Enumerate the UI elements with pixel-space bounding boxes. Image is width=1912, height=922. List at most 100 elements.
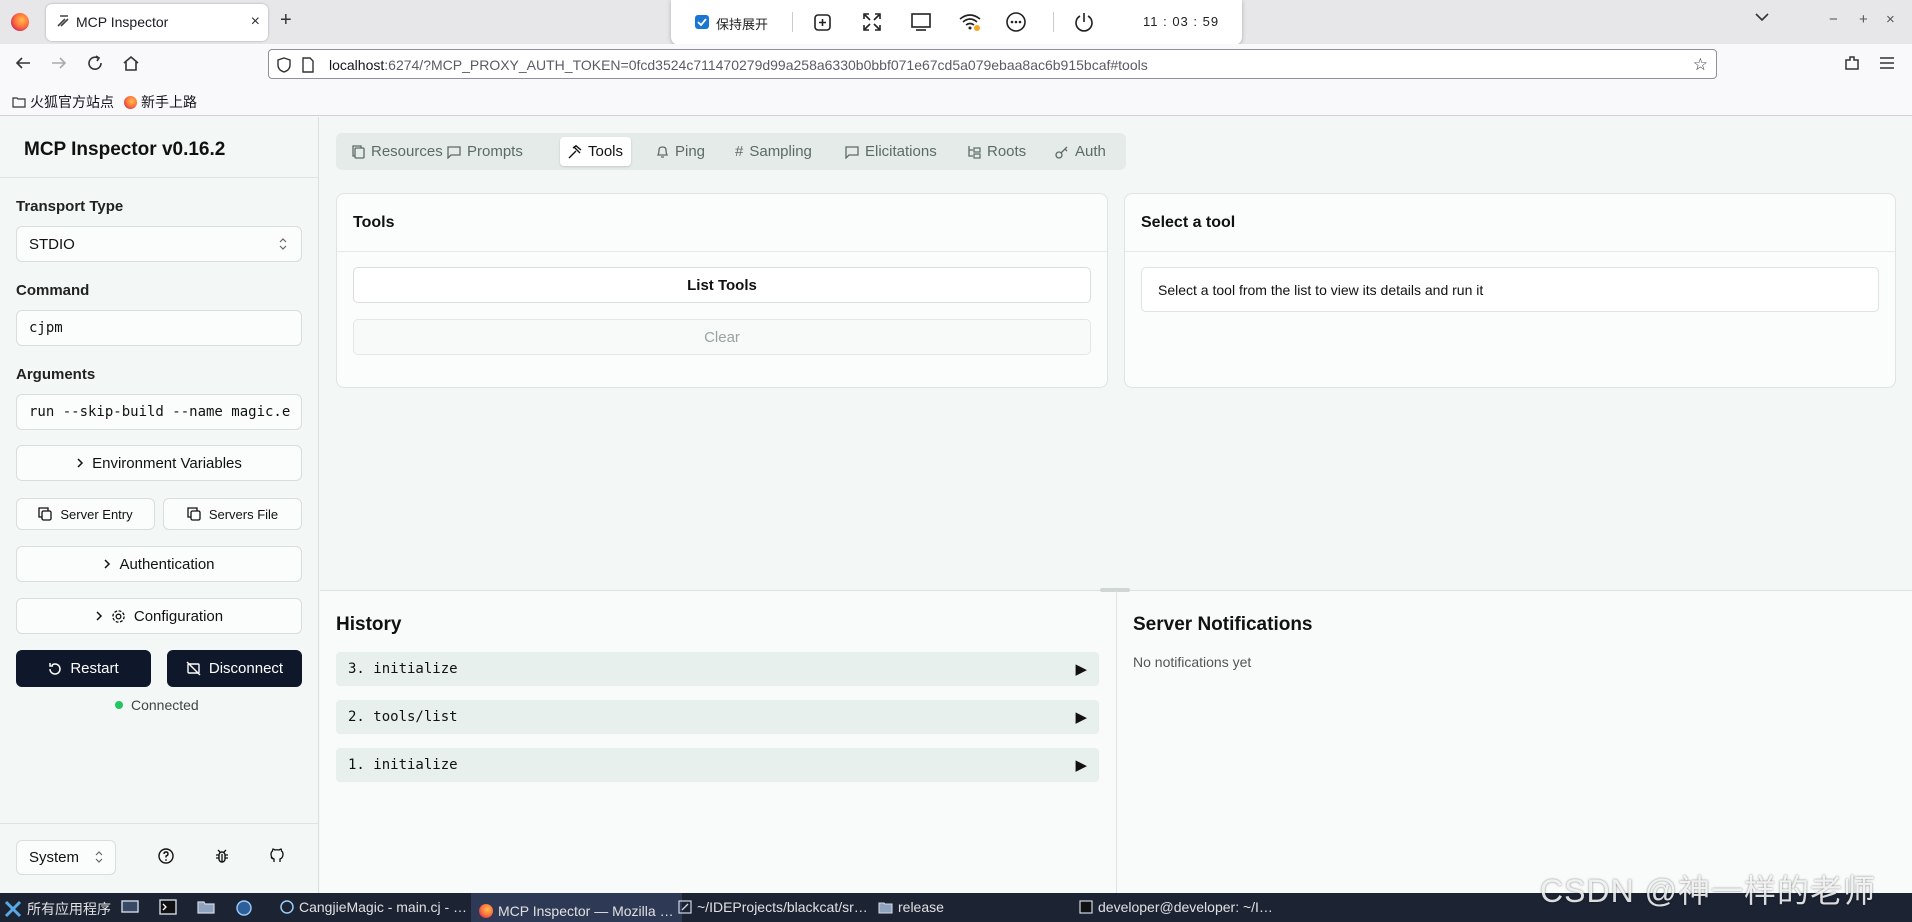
command-input[interactable]: cjpm	[16, 310, 302, 346]
power-icon[interactable]	[1073, 11, 1095, 33]
tab-sampling[interactable]: # Sampling	[727, 137, 820, 166]
minimize-button[interactable]: −	[1829, 11, 1838, 28]
history-item[interactable]: 1. initialize ▶	[336, 748, 1099, 782]
server-entry-button[interactable]: Server Entry	[16, 498, 155, 530]
restart-label: Restart	[70, 660, 119, 677]
close-window-button[interactable]: ×	[1886, 11, 1895, 28]
url-bar[interactable]: localhost:6274/?MCP_PROXY_AUTH_TOKEN=0fc…	[268, 49, 1717, 79]
connection-status: Connected	[115, 697, 199, 713]
shield-icon[interactable]	[277, 57, 291, 73]
github-icon[interactable]	[269, 848, 285, 864]
servers-file-button[interactable]: Servers File	[163, 498, 302, 530]
desktop-icon[interactable]	[121, 899, 139, 915]
reload-icon[interactable]	[86, 54, 104, 72]
ide-icon	[280, 900, 294, 914]
folder-icon	[12, 97, 26, 108]
home-icon[interactable]	[122, 54, 140, 72]
tab-roots[interactable]: Roots	[959, 137, 1034, 166]
taskbar-window-editor[interactable]: ~/IDEProjects/blackcat/sr…	[678, 899, 868, 915]
tab-list-chevron-icon[interactable]	[1755, 12, 1769, 22]
tools-card: Tools List Tools Clear	[336, 193, 1108, 388]
menu-icon[interactable]	[1878, 54, 1896, 72]
firefox-icon	[479, 903, 493, 918]
taskbar-window-release[interactable]: release	[878, 899, 944, 915]
bookmark-star-icon[interactable]: ☆	[1693, 55, 1708, 75]
history-title: History	[336, 614, 402, 635]
browser-tab[interactable]: MCP Inspector ×	[46, 4, 268, 41]
chevron-right-icon	[77, 458, 84, 468]
url-text[interactable]: localhost:6274/?MCP_PROXY_AUTH_TOKEN=0fc…	[329, 57, 1148, 73]
start-menu-button[interactable]: 所有应用程序	[4, 899, 111, 919]
message-square-icon	[447, 145, 461, 159]
monitor-icon[interactable]	[910, 11, 932, 33]
taskbar-window-cangjie[interactable]: CangjieMagic - main.cj - …	[280, 899, 467, 915]
clear-button[interactable]: Clear	[353, 319, 1091, 355]
history-item-label: 2. tools/list	[348, 709, 458, 725]
restart-icon	[49, 662, 62, 675]
bookmark-firefox-official[interactable]: 火狐官方站点	[12, 92, 114, 112]
theme-select[interactable]: System	[16, 840, 116, 875]
expand-arrow-icon[interactable]: ▶	[1075, 708, 1087, 726]
sidebar: MCP Inspector v0.16.2 Transport Type STD…	[0, 117, 319, 893]
status-text: Connected	[131, 697, 199, 713]
page-info-icon[interactable]	[301, 57, 315, 73]
server-entry-label: Server Entry	[60, 506, 133, 522]
chevron-right-icon	[104, 559, 111, 569]
tab-elicitations[interactable]: Elicitations	[837, 137, 945, 166]
tab-tools[interactable]: Tools	[560, 137, 632, 166]
tab-resources[interactable]: Resources	[344, 137, 451, 166]
copy-icon	[38, 507, 53, 521]
maximize-button[interactable]: +	[1859, 11, 1868, 28]
tab-auth[interactable]: Auth	[1047, 137, 1114, 166]
expand-arrow-icon[interactable]: ▶	[1075, 756, 1087, 774]
tool-detail-card: Select a tool Select a tool from the lis…	[1124, 193, 1896, 388]
history-item[interactable]: 2. tools/list ▶	[336, 700, 1099, 734]
transport-type-select[interactable]: STDIO	[16, 226, 302, 262]
back-arrow-icon[interactable]	[14, 54, 32, 72]
resize-handle[interactable]	[1100, 588, 1130, 592]
more-options-icon[interactable]	[1005, 11, 1027, 33]
history-item[interactable]: 3. initialize ▶	[336, 652, 1099, 686]
text-editor-icon	[678, 900, 692, 914]
tab-close-icon[interactable]: ×	[251, 13, 260, 31]
keep-open-label: 保持展开	[716, 17, 769, 32]
keep-open-checkbox[interactable]	[695, 15, 709, 29]
bookmark-getting-started[interactable]: 新手上路	[124, 92, 197, 112]
add-window-icon[interactable]	[812, 11, 834, 33]
fullscreen-icon[interactable]	[861, 11, 883, 33]
expand-arrow-icon[interactable]: ▶	[1075, 660, 1087, 678]
extensions-icon[interactable]	[1843, 54, 1861, 72]
terminal-icon[interactable]	[159, 899, 177, 915]
select-tool-message: Select a tool from the list to view its …	[1141, 267, 1879, 312]
web-browser-icon[interactable]	[235, 899, 253, 917]
folder-icon	[878, 901, 893, 914]
taskbar-window-firefox[interactable]: MCP Inspector — Mozilla …	[471, 893, 682, 922]
panel-divider[interactable]	[1116, 591, 1117, 894]
authentication-toggle[interactable]: Authentication	[16, 546, 302, 582]
taskbar-window-label: MCP Inspector — Mozilla …	[498, 902, 674, 919]
forward-arrow-icon[interactable]	[50, 54, 68, 72]
firefox-logo-icon[interactable]	[11, 13, 29, 31]
tab-prompts[interactable]: Prompts	[439, 137, 531, 166]
chevron-right-icon	[96, 611, 102, 621]
notifications-empty: No notifications yet	[1133, 654, 1252, 670]
mcp-favicon-icon	[56, 14, 70, 28]
environment-variables-toggle[interactable]: Environment Variables	[16, 445, 302, 481]
taskbar-window-label: release	[898, 899, 944, 915]
list-tools-button[interactable]: List Tools	[353, 267, 1091, 303]
file-manager-icon[interactable]	[197, 899, 215, 915]
configuration-toggle[interactable]: Configuration	[16, 598, 302, 634]
wifi-icon[interactable]	[958, 11, 982, 33]
tab-title: MCP Inspector	[76, 14, 169, 30]
disconnect-button[interactable]: Disconnect	[167, 650, 302, 687]
tool-detail-title: Select a tool	[1141, 214, 1236, 231]
restart-button[interactable]: Restart	[16, 650, 151, 687]
taskbar-window-terminal[interactable]: developer@developer: ~/I…	[1079, 899, 1273, 915]
arguments-input[interactable]: run --skip-build --name magic.e	[16, 394, 302, 430]
url-host: localhost	[329, 57, 385, 73]
new-tab-button[interactable]: +	[280, 10, 292, 30]
tab-ping[interactable]: Ping	[648, 137, 713, 166]
help-icon[interactable]	[158, 848, 174, 864]
arguments-label: Arguments	[16, 366, 96, 383]
bug-icon[interactable]	[214, 848, 230, 864]
